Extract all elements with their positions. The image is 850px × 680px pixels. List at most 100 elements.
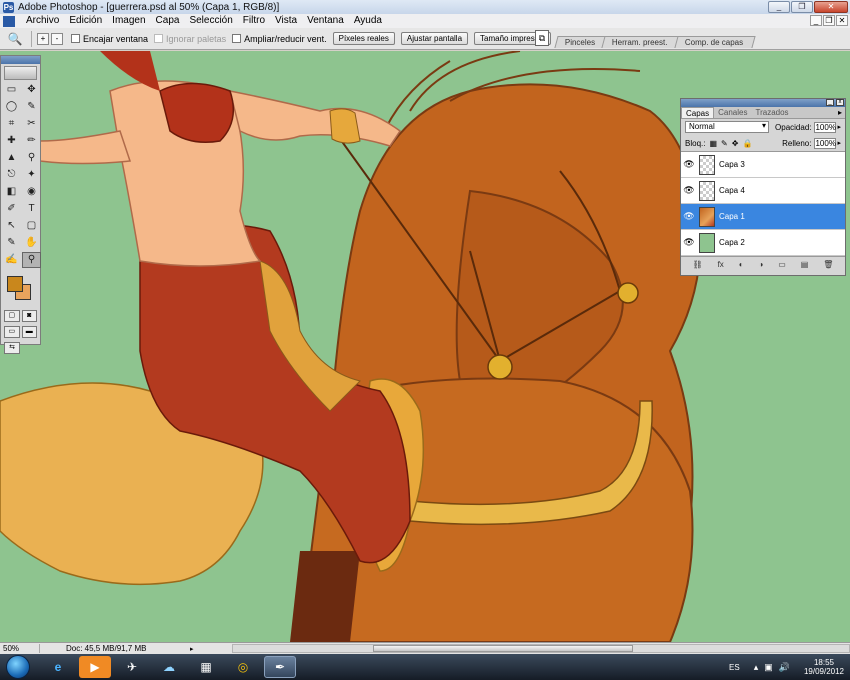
new-group-icon[interactable]: ▭ xyxy=(778,260,786,269)
tab-capas[interactable]: Capas xyxy=(681,107,715,118)
tools-panel-header[interactable] xyxy=(1,56,40,64)
stamp-tool-icon[interactable]: ▲ xyxy=(2,150,21,166)
lock-pixels-icon[interactable]: ✎ xyxy=(721,139,728,148)
eraser-tool-icon[interactable]: ⎋ xyxy=(2,167,21,183)
new-layer-icon[interactable]: ▤ xyxy=(801,260,809,269)
checkbox-box[interactable] xyxy=(154,34,164,43)
status-menu-arrow-icon[interactable]: ▸ xyxy=(190,645,200,653)
tab-trazados[interactable]: Trazados xyxy=(751,107,792,118)
doc-restore-button[interactable]: ❐ xyxy=(823,15,835,26)
ampliar-reducir-checkbox[interactable]: Ampliar/reducir vent. xyxy=(232,34,327,44)
eye-icon[interactable]: 👁 xyxy=(681,185,697,196)
menu-ayuda[interactable]: Ayuda xyxy=(349,14,387,28)
blend-mode-select[interactable]: Normal xyxy=(685,121,770,133)
panel-close-icon[interactable]: x xyxy=(836,99,844,106)
panel-menu-icon[interactable]: ▸ xyxy=(838,108,842,117)
layer-row-capa-3[interactable]: 👁 Capa 3 xyxy=(681,152,845,178)
opacity-input[interactable]: 100% xyxy=(814,121,837,133)
crop-tool-icon[interactable]: ⌗ xyxy=(2,116,21,132)
standard-mode-icon[interactable]: ▢ xyxy=(4,310,20,322)
dodge-tool-icon[interactable]: ◉ xyxy=(22,184,41,200)
maximize-button[interactable]: ❐ xyxy=(791,1,813,13)
network-icon[interactable]: ▣ xyxy=(764,662,773,673)
zoom-level[interactable]: 50% xyxy=(0,644,40,653)
menu-ventana[interactable]: Ventana xyxy=(302,14,349,28)
layer-mask-icon[interactable]: ◐ xyxy=(739,260,744,269)
zoom-in-icon[interactable]: + xyxy=(37,32,49,45)
zoom-out-icon[interactable]: - xyxy=(51,32,63,45)
hand-tool-icon[interactable]: ✋ xyxy=(22,235,41,251)
adjustment-layer-icon[interactable]: ◑ xyxy=(759,260,764,269)
app-icon-4[interactable]: ☁ xyxy=(153,656,185,678)
menu-seleccion[interactable]: Selección xyxy=(184,14,237,28)
layer-style-icon[interactable]: fx xyxy=(718,260,724,269)
eye-icon[interactable]: 👁 xyxy=(681,237,697,248)
history-brush-tool-icon[interactable]: ⚲ xyxy=(22,150,41,166)
menu-capa[interactable]: Capa xyxy=(151,14,185,28)
clock[interactable]: 18:55 19/09/2012 xyxy=(804,658,844,676)
fill-input[interactable]: 100% xyxy=(814,137,837,149)
tab-comp-capas[interactable]: Comp. de capas xyxy=(674,36,756,48)
brush-tool-icon[interactable]: ✏ xyxy=(22,133,41,149)
tab-pinceles[interactable]: Pinceles xyxy=(554,36,608,48)
paint-bucket-tool-icon[interactable]: ✦ xyxy=(22,167,41,183)
screen-mode-icon[interactable]: ▭ xyxy=(4,326,20,338)
chrome-icon[interactable]: ◎ xyxy=(227,656,259,678)
lock-all-icon[interactable]: 🔒 xyxy=(742,139,752,148)
start-button[interactable] xyxy=(6,655,30,679)
link-layers-icon[interactable]: ⛓ xyxy=(692,260,702,269)
window-titlebar[interactable]: Ps Adobe Photoshop - [guerrera.psd al 50… xyxy=(0,0,850,14)
opacity-arrow-icon[interactable]: ▸ xyxy=(837,123,841,131)
pixeles-reales-button[interactable]: Píxeles reales xyxy=(332,32,395,45)
lasso-tool-icon[interactable]: ◯ xyxy=(2,99,21,115)
document-icon[interactable] xyxy=(3,15,15,27)
type-tool-icon[interactable]: T xyxy=(22,201,41,217)
language-indicator[interactable]: ES xyxy=(729,663,740,672)
foreground-color-swatch[interactable] xyxy=(7,276,23,292)
media-player-icon[interactable]: ▶ xyxy=(79,656,111,678)
photoshop-task-icon[interactable]: ✒ xyxy=(264,656,296,678)
menu-edicion[interactable]: Edición xyxy=(64,14,107,28)
path-selection-tool-icon[interactable]: ↖ xyxy=(2,218,21,234)
lock-position-icon[interactable]: ✥ xyxy=(732,139,739,148)
marquee-tool-icon[interactable]: ▭ xyxy=(2,82,21,98)
doc-minimize-button[interactable]: _ xyxy=(810,15,822,26)
jump-to-imageready-icon[interactable]: ⇆ xyxy=(4,342,20,354)
ignorar-paletas-checkbox[interactable]: Ignorar paletas xyxy=(154,34,226,44)
menu-filtro[interactable]: Filtro xyxy=(238,14,270,28)
shape-tool-icon[interactable]: ▢ xyxy=(22,218,41,234)
notes-tool-icon[interactable]: ✎ xyxy=(2,235,21,251)
menu-vista[interactable]: Vista xyxy=(270,14,302,28)
layer-row-capa-2[interactable]: 👁 Capa 2 xyxy=(681,230,845,256)
scrollbar-thumb[interactable] xyxy=(373,645,633,652)
full-screen-icon[interactable]: ▬ xyxy=(21,326,37,338)
feather-icon[interactable] xyxy=(4,66,37,80)
app-icon-3[interactable]: ✈ xyxy=(116,656,148,678)
trash-icon[interactable]: 🗑 xyxy=(823,260,833,269)
encajar-ventana-checkbox[interactable]: Encajar ventana xyxy=(71,34,148,44)
eye-icon[interactable]: 👁 xyxy=(681,159,697,170)
close-button[interactable]: ✕ xyxy=(814,1,848,13)
lock-transparency-icon[interactable]: ▦ xyxy=(709,139,717,148)
pen-tool-icon[interactable]: ✐ xyxy=(2,201,21,217)
eyedropper-tool-icon[interactable]: ✍ xyxy=(2,252,21,268)
fill-arrow-icon[interactable]: ▸ xyxy=(837,139,841,147)
layer-row-capa-4[interactable]: 👁 Capa 4 xyxy=(681,178,845,204)
tab-canales[interactable]: Canales xyxy=(714,107,751,118)
zoom-tool-icon[interactable]: ⚲ xyxy=(22,252,41,268)
doc-close-button[interactable]: ✕ xyxy=(836,15,848,26)
layers-panel-header[interactable]: _ x xyxy=(681,99,845,107)
slice-tool-icon[interactable]: ✂ xyxy=(22,116,41,132)
checkbox-box[interactable] xyxy=(232,34,242,43)
tab-herram-preest[interactable]: Herram. preest. xyxy=(601,36,681,48)
minimize-button[interactable]: _ xyxy=(768,1,790,13)
panel-minimize-icon[interactable]: _ xyxy=(826,99,834,106)
horizontal-scrollbar[interactable] xyxy=(232,644,850,653)
volume-icon[interactable]: 🔊 xyxy=(779,662,790,673)
zoom-icon[interactable]: 🔍 xyxy=(4,30,26,48)
blur-tool-icon[interactable]: ◧ xyxy=(2,184,21,200)
healing-tool-icon[interactable]: ✚ xyxy=(2,133,21,149)
eye-icon[interactable]: 👁 xyxy=(681,211,697,222)
magic-wand-tool-icon[interactable]: ✎ xyxy=(22,99,41,115)
ajustar-pantalla-button[interactable]: Ajustar pantalla xyxy=(400,32,469,45)
